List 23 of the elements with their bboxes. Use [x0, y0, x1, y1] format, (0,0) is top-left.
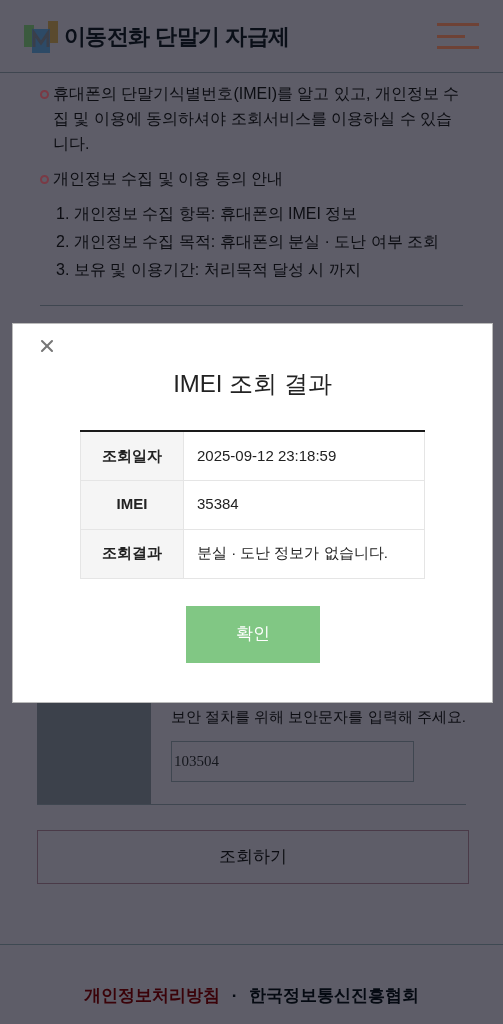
- table-header-cell: 조회일자: [80, 431, 184, 480]
- bullet-icon: [40, 90, 49, 99]
- separator: ·: [231, 985, 238, 1007]
- logo-icon: [24, 19, 58, 53]
- table-cell: 분실 · 도난 정보가 없습니다.: [183, 529, 425, 578]
- bullet-icon: [40, 175, 49, 184]
- table-cell: 35384: [183, 480, 425, 529]
- table-header-cell: IMEI: [80, 480, 184, 529]
- site-title: 이동전화 단말기 자급제: [64, 22, 290, 51]
- privacy-item: 1. 개인정보 수집 항목: 휴대폰의 IMEI 정보: [56, 204, 359, 224]
- captcha-instruction: 보안 절차를 위해 보안문자를 입력해 주세요.: [171, 707, 466, 727]
- notice-text: 휴대폰의 단말기식별번호(IMEI)를 알고 있고, 개인정보 수집 및 이용에 동의하셔야 조회서비스를 이용하실 수 있습니다.: [53, 84, 461, 154]
- confirm-button[interactable]: 확인: [185, 605, 320, 663]
- notice-text: 개인정보 수집 및 이용 동의 안내: [53, 169, 284, 189]
- captcha-field[interactable]: 103504: [171, 740, 414, 782]
- table-header-cell: 조회결과: [80, 529, 184, 578]
- table-cell: 2025-09-12 23:18:59: [183, 431, 425, 480]
- privacy-item: 2. 개인정보 수집 목적: 휴대폰의 분실 · 도난 여부 조회: [56, 232, 441, 252]
- submit-button[interactable]: 조회하기: [37, 830, 469, 884]
- footer-link[interactable]: 한국정보통신진흥협회: [249, 983, 420, 1009]
- footer-link[interactable]: 개인정보처리방침: [83, 983, 220, 1009]
- privacy-item: 3. 보유 및 이용기간: 처리목적 달성 시 까지: [56, 260, 362, 280]
- modal-title: IMEI 조회 결과: [173, 369, 332, 399]
